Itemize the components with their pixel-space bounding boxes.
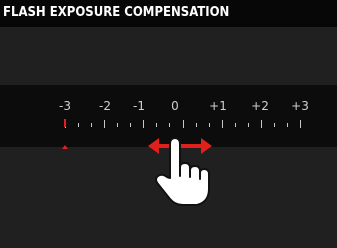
scale-minor-tick bbox=[287, 123, 288, 127]
scale-minor-tick bbox=[196, 123, 197, 127]
scale-major-tick bbox=[104, 120, 105, 128]
scale-major-tick bbox=[222, 120, 223, 128]
page-title: FLASH EXPOSURE COMPENSATION bbox=[3, 5, 230, 20]
scale-minor-tick bbox=[235, 123, 236, 127]
flash-exposure-compensation-screen: FLASH EXPOSURE COMPENSATION -3 -2 -1 0 +… bbox=[0, 0, 337, 248]
scale-label-plus-2: +2 bbox=[251, 99, 269, 113]
scale-minor-tick bbox=[274, 123, 275, 127]
scale-minor-tick bbox=[117, 123, 118, 127]
scale-label-minus-3: -3 bbox=[59, 99, 71, 113]
current-value-pointer bbox=[62, 145, 68, 149]
scale-minor-tick bbox=[248, 123, 249, 127]
title-bar: FLASH EXPOSURE COMPENSATION bbox=[0, 0, 337, 27]
scale-major-tick bbox=[143, 120, 144, 128]
scale-label-plus-1: +1 bbox=[209, 99, 227, 113]
scale-minor-tick bbox=[130, 123, 131, 127]
scale-minor-tick bbox=[78, 123, 79, 127]
scale-label-zero: 0 bbox=[171, 99, 179, 113]
scale-minor-tick bbox=[209, 123, 210, 127]
scale-major-tick bbox=[300, 120, 301, 128]
current-value-marker bbox=[64, 119, 66, 127]
swipe-horizontal-hand-icon bbox=[148, 137, 212, 206]
scale-minor-tick bbox=[91, 123, 92, 127]
scale-label-minus-2: -2 bbox=[99, 99, 111, 113]
scale-major-tick bbox=[261, 120, 262, 128]
scale-minor-tick bbox=[169, 123, 170, 127]
scale-label-minus-1: -1 bbox=[133, 99, 145, 113]
scale-label-plus-3: +3 bbox=[291, 99, 309, 113]
scale-minor-tick bbox=[156, 123, 157, 127]
scale-major-tick bbox=[183, 120, 184, 128]
